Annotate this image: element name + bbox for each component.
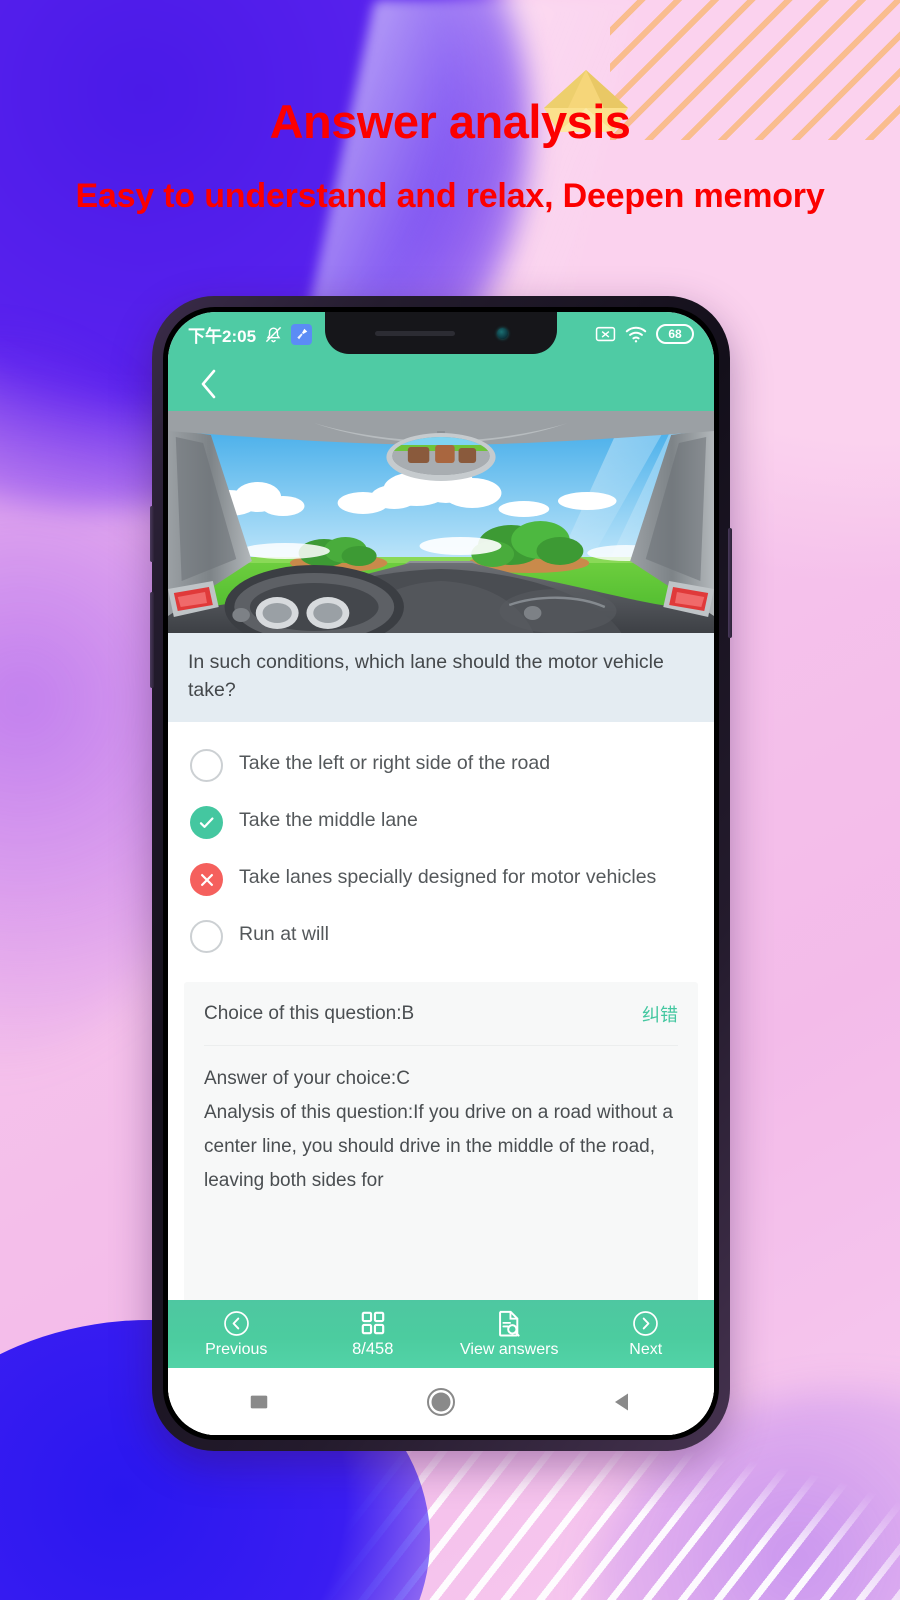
phone-screen: 下午2:05 68 In such conditions, which lane… [168,312,714,1435]
wifi-icon [625,326,647,343]
battery-indicator: 68 [656,324,694,344]
status-bar-right: 68 [595,324,694,344]
check-circle-icon [190,806,223,839]
radio-empty-icon [190,920,223,953]
phone-mockup: 下午2:05 68 In such conditions, which lane… [152,296,730,1451]
phone-bezel: 下午2:05 68 In such conditions, which lane… [163,307,719,1440]
option-label: Take the middle lane [239,804,418,836]
view-answers-button[interactable]: View answers [441,1310,578,1359]
option-row-a[interactable]: Take the left or right side of the road [168,736,714,793]
next-label: Next [629,1341,662,1359]
question-text: In such conditions, which lane should th… [168,633,714,722]
question-counter: 8/458 [352,1340,393,1359]
phone-side-button-volume-down[interactable] [150,592,154,688]
previous-button[interactable]: Previous [168,1310,305,1359]
status-bar-clock: 下午2:05 [188,322,256,347]
promo-headline-block: Answer analysis Easy to understand and r… [0,96,900,220]
option-label: Take the left or right side of the road [239,747,550,779]
option-label: Run at will [239,918,329,950]
explanation-text: Analysis of this question:If you drive o… [204,1096,678,1197]
analysis-body: Answer of your choice:C Analysis of this… [204,1046,678,1197]
app-bar [168,356,714,411]
report-error-link[interactable]: 纠错 [642,1001,678,1027]
bottom-navigation-bar: Previous 8/458 View answers Next [168,1300,714,1368]
option-row-c[interactable]: Take lanes specially designed for motor … [168,850,714,907]
x-circle-icon [190,863,223,896]
circle-icon [426,1387,456,1417]
option-row-b[interactable]: Take the middle lane [168,793,714,850]
grid-four-squares-icon [360,1310,386,1336]
back-button[interactable] [188,364,228,404]
recents-button[interactable] [233,1376,285,1428]
broom-icon [291,324,312,345]
phone-side-button-volume-up[interactable] [150,506,154,562]
screen-x-icon [595,326,616,343]
triangle-back-icon [611,1390,635,1414]
choice-row: Choice of this question:B 纠错 [204,982,678,1046]
correct-answer-label: Choice of this question:B [204,1003,414,1025]
promo-subtitle: Easy to understand and relax, Deepen mem… [0,172,900,220]
phone-side-button-power[interactable] [728,528,732,638]
options-list: Take the left or right side of the road … [168,722,714,974]
home-button[interactable] [415,1376,467,1428]
page-title: Answer analysis [0,96,900,148]
back-button-system[interactable] [597,1376,649,1428]
question-grid-button[interactable]: 8/458 [305,1310,442,1359]
promo-screenshot-page: Answer analysis Easy to understand and r… [0,0,900,1600]
your-answer-label: Answer of your choice:C [204,1062,678,1096]
view-answers-label: View answers [460,1341,558,1359]
option-row-d[interactable]: Run at will [168,907,714,964]
phone-notch [325,312,557,354]
question-illustration [168,411,714,633]
front-camera [497,328,508,339]
chevron-right-circle-icon [632,1310,659,1337]
chevron-left-icon [197,367,219,401]
previous-label: Previous [205,1341,267,1359]
earpiece-speaker [375,331,455,336]
option-label: Take lanes specially designed for motor … [239,861,656,893]
bell-mute-icon [264,325,283,344]
status-bar-left: 下午2:05 [188,322,312,347]
android-system-nav [168,1368,714,1435]
next-button[interactable]: Next [578,1310,715,1359]
chevron-left-circle-icon [223,1310,250,1337]
status-bar: 下午2:05 68 [168,312,714,356]
square-icon [248,1391,270,1413]
radio-empty-icon [190,749,223,782]
document-search-icon [496,1310,522,1337]
